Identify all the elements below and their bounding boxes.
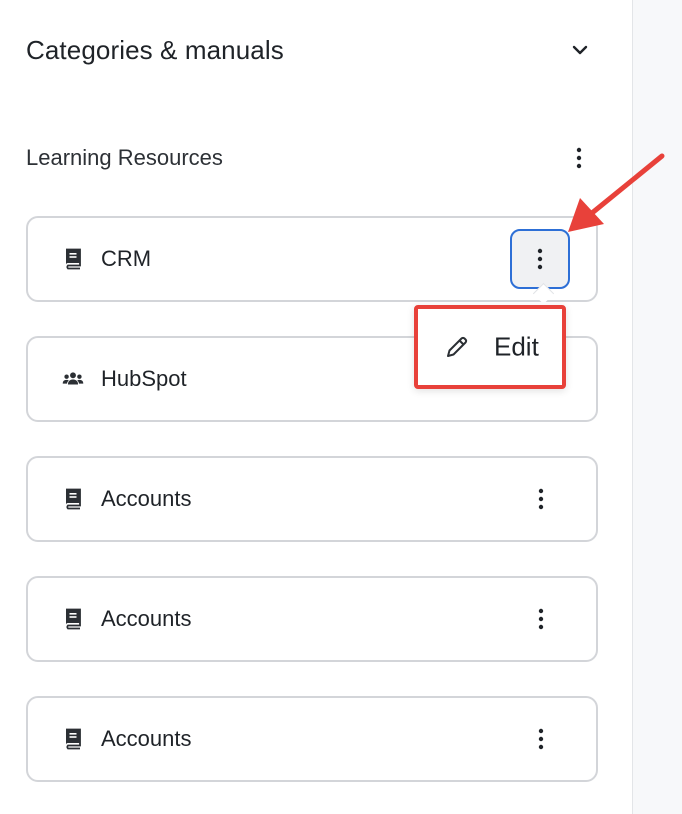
chevron-down-icon[interactable]	[568, 38, 592, 62]
kebab-icon	[538, 488, 544, 510]
card-label: Accounts	[101, 726, 192, 751]
card-label: Accounts	[101, 486, 192, 511]
card-label: Accounts	[101, 606, 192, 631]
section-row: Learning Resources	[26, 138, 592, 178]
panel-title: Categories & manuals	[26, 34, 284, 65]
resource-card-accounts[interactable]: Accounts	[26, 576, 598, 662]
kebab-icon	[576, 147, 582, 169]
section-label: Learning Resources	[26, 145, 223, 170]
card-label: CRM	[101, 246, 152, 271]
card-menu-button[interactable]	[524, 602, 558, 636]
card-menu-button[interactable]	[524, 722, 558, 756]
edit-label: Edit	[494, 331, 539, 362]
users-icon	[62, 368, 84, 390]
resource-card-accounts[interactable]: Accounts	[26, 696, 598, 782]
kebab-icon	[537, 248, 543, 270]
pencil-icon	[444, 334, 470, 360]
card-menu-button[interactable]	[524, 482, 558, 516]
book-icon	[62, 608, 84, 630]
kebab-icon	[538, 728, 544, 750]
book-icon	[62, 488, 84, 510]
panel-header: Categories & manuals	[26, 28, 592, 72]
resource-card-crm[interactable]: CRM	[26, 216, 598, 302]
kebab-icon	[538, 608, 544, 630]
card-menu-button[interactable]	[510, 229, 570, 289]
right-pane	[632, 0, 682, 814]
edit-menu-item[interactable]: Edit	[414, 305, 566, 389]
book-icon	[62, 728, 84, 750]
section-menu-button[interactable]	[562, 141, 596, 175]
resource-card-accounts[interactable]: Accounts	[26, 456, 598, 542]
book-icon	[62, 248, 84, 270]
card-label: HubSpot	[101, 366, 187, 391]
